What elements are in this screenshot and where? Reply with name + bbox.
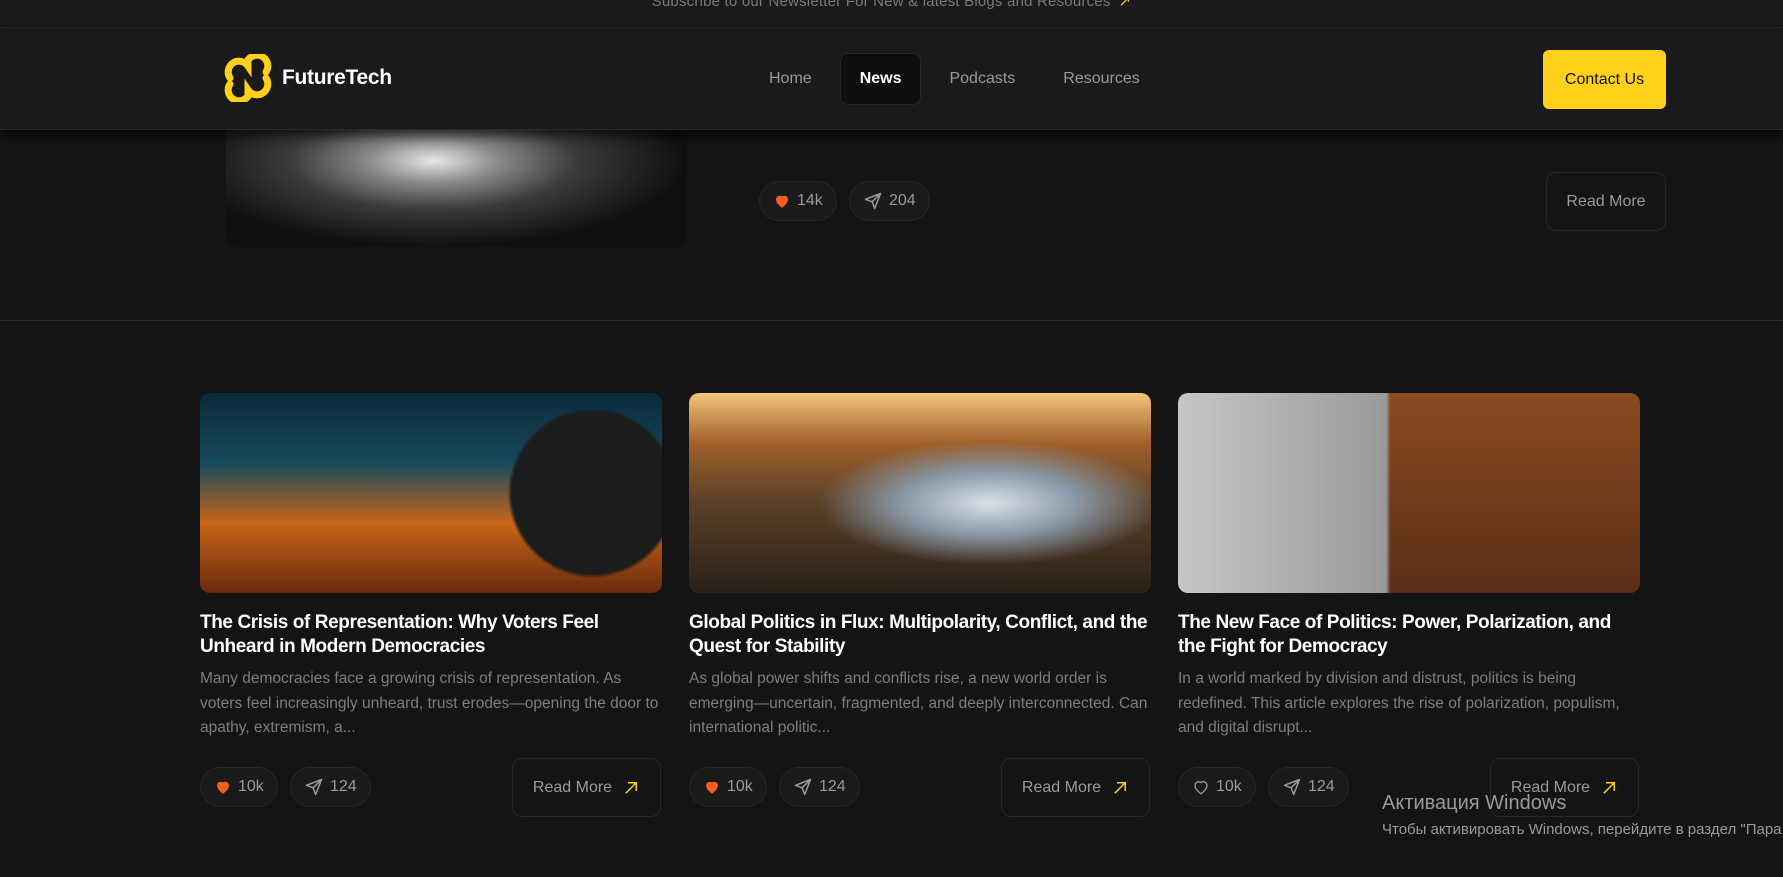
card-image[interactable] [689, 393, 1151, 593]
card-title[interactable]: Global Politics in Flux: Multipolarity, … [689, 611, 1151, 659]
card-title[interactable]: The Crisis of Representation: Why Voters… [200, 611, 662, 659]
share-button[interactable]: 124 [779, 767, 860, 807]
watermark-subtitle: Чтобы активировать Windows, перейдите в … [1382, 821, 1782, 838]
card-title[interactable]: The New Face of Politics: Power, Polariz… [1178, 611, 1640, 659]
arrow-up-right-icon: ↗ [1118, 0, 1132, 10]
share-button[interactable]: 124 [1268, 767, 1349, 807]
card-description: As global power shifts and conflicts ris… [689, 670, 1148, 736]
share-count: 204 [889, 192, 916, 209]
share-count: 124 [819, 778, 846, 795]
read-more-button[interactable]: Read More [1546, 172, 1666, 231]
card-description: In a world marked by division and distru… [1178, 670, 1620, 736]
section-divider [0, 320, 1783, 321]
read-more-label: Read More [1566, 192, 1646, 210]
previous-article-image [226, 124, 687, 247]
like-count: 10k [1216, 778, 1242, 795]
share-count: 124 [1308, 778, 1335, 795]
read-more-label: Read More [532, 778, 613, 796]
like-button[interactable]: 14k [759, 181, 837, 221]
read-more-button[interactable]: Read More [1001, 758, 1150, 817]
send-icon [1283, 778, 1301, 796]
card-image[interactable] [1178, 393, 1640, 593]
like-count: 10k [238, 778, 264, 795]
heart-outline-icon [1194, 781, 1208, 795]
arrow-up-right-icon [625, 781, 638, 794]
heart-icon [706, 781, 718, 794]
windows-activation-watermark: Активация Windows Чтобы активировать Win… [1382, 792, 1782, 838]
nav-resources[interactable]: Resources [1043, 53, 1159, 105]
nav-podcasts[interactable]: Podcasts [929, 53, 1035, 105]
site-header: FutureTech Home News Podcasts Resources … [0, 28, 1783, 130]
read-more-label: Read More [1021, 778, 1102, 796]
card-description: Many democracies face a growing crisis o… [200, 670, 659, 736]
like-button[interactable]: 10k [1178, 767, 1256, 807]
share-button[interactable]: 204 [849, 181, 930, 221]
brand-name: FutureTech [282, 66, 392, 89]
share-button[interactable]: 124 [290, 767, 371, 807]
heart-icon [217, 781, 229, 794]
newsletter-label: Subscribe to our Newsletter For New & la… [651, 0, 1111, 10]
share-count: 124 [330, 778, 357, 795]
newsletter-bar: Subscribe to our Newsletter For New & la… [0, 0, 1783, 28]
read-more-button[interactable]: Read More [512, 758, 661, 817]
logo-icon [224, 54, 272, 102]
nav-home[interactable]: Home [749, 53, 832, 105]
logo[interactable]: FutureTech [224, 54, 392, 102]
like-button[interactable]: 10k [200, 767, 278, 807]
watermark-title: Активация Windows [1382, 792, 1567, 814]
newsletter-text[interactable]: Subscribe to our Newsletter For New & la… [0, 0, 1783, 10]
arrow-up-right-icon [1114, 781, 1127, 794]
heart-icon [776, 195, 788, 208]
like-count: 10k [727, 778, 753, 795]
nav-news[interactable]: News [839, 53, 922, 105]
like-button[interactable]: 10k [689, 767, 767, 807]
contact-us-button[interactable]: Contact Us [1543, 50, 1666, 109]
send-icon [864, 192, 882, 210]
like-count: 14k [797, 192, 823, 209]
send-icon [305, 778, 323, 796]
send-icon [794, 778, 812, 796]
card-image[interactable] [200, 393, 662, 593]
main-nav: Home News Podcasts Resources [749, 53, 1160, 105]
